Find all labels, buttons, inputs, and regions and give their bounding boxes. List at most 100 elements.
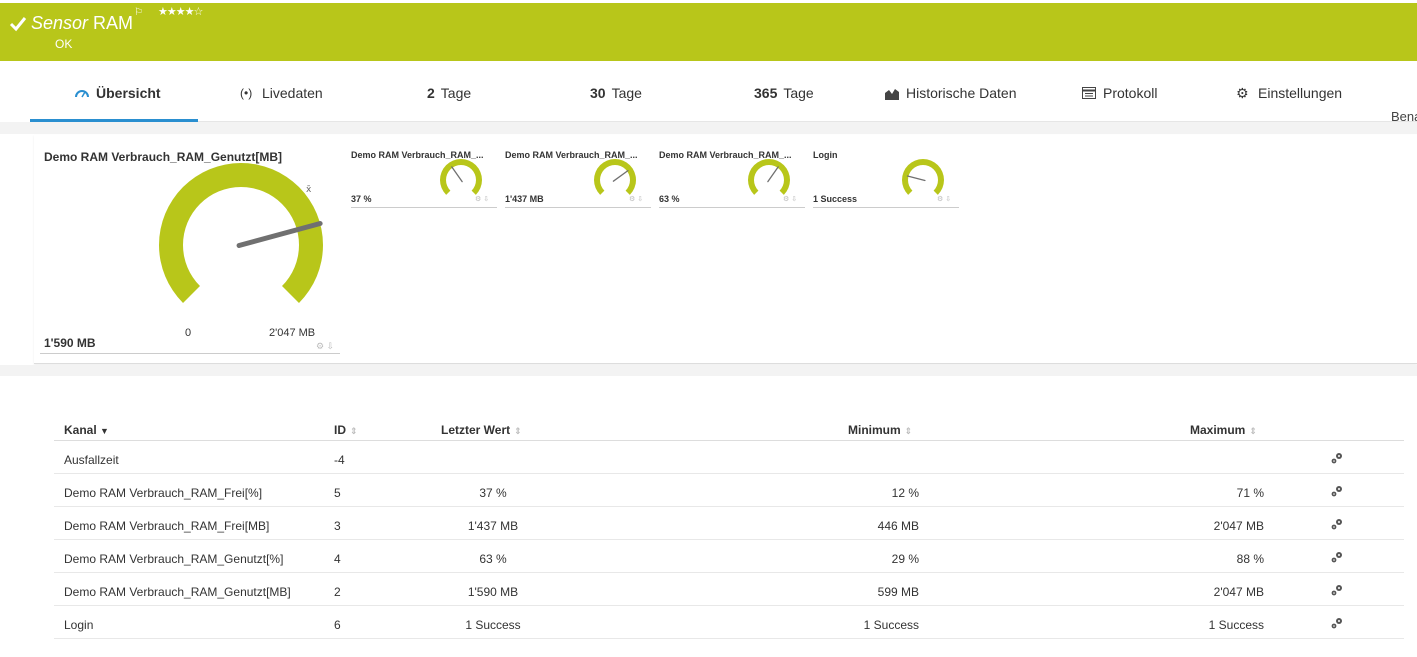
gauge-tools-icon[interactable]: ⚙ ⇩	[316, 341, 334, 352]
channel-id-cell: 5	[334, 486, 341, 500]
channel-settings-icon[interactable]	[1330, 517, 1344, 531]
table-row[interactable]: Demo RAM Verbrauch_RAM_Genutzt[MB] 2 1'590…	[54, 573, 1404, 606]
mini-gauge-card[interactable]: Demo RAM Verbrauch_RAM_... 63 % ⚙ ⇩	[659, 148, 807, 210]
tab-30-days[interactable]: 30 Tage	[590, 82, 642, 104]
maximum-cell: 2'047 MB	[1213, 519, 1264, 533]
main-gauge[interactable]: x̄	[150, 160, 340, 320]
channel-settings-icon[interactable]	[1330, 583, 1344, 597]
mini-gauge-tools-icon[interactable]: ⚙ ⇩	[783, 195, 797, 203]
maximum-cell: 71 %	[1236, 486, 1264, 500]
tab-live-data[interactable]: (•) Livedaten	[240, 82, 323, 104]
channel-name-cell[interactable]: Login	[64, 618, 93, 632]
channel-name-cell[interactable]: Demo RAM Verbrauch_RAM_Frei[%]	[64, 486, 262, 500]
mini-gauge-divider	[659, 207, 805, 208]
broadcast-icon: (•)	[240, 86, 253, 100]
table-row[interactable]: Login 6 1 Success 1 Success 1 Success	[54, 606, 1404, 639]
table-row[interactable]: Demo RAM Verbrauch_RAM_Frei[%] 5 37 % 12 % 7…	[54, 474, 1404, 507]
tab-2-days[interactable]: 2 Tage	[427, 82, 471, 104]
channel-settings-icon[interactable]	[1330, 616, 1344, 630]
divider-band	[0, 122, 1417, 134]
sensor-title: Sensor RAM	[31, 13, 134, 33]
mini-gauge-value: 1'437 MB	[505, 194, 544, 204]
table-row[interactable]: Demo RAM Verbrauch_RAM_Frei[MB] 3 1'437 MB…	[54, 507, 1404, 540]
checkmark-icon	[9, 17, 27, 32]
col-header-maximum[interactable]: Maximum ⇕	[1190, 423, 1257, 437]
flag-icon[interactable]: ⚐	[134, 7, 143, 18]
mini-gauge-tools-icon[interactable]: ⚙ ⇩	[937, 195, 951, 203]
divider-band	[0, 365, 1417, 376]
channel-settings-icon[interactable]	[1330, 484, 1344, 498]
gauge-needle	[451, 166, 463, 183]
priority-stars[interactable]: ★★★★☆	[158, 5, 203, 18]
cut-off-label: Bena	[1391, 109, 1417, 124]
sort-icon: ⇕	[514, 426, 522, 436]
mini-gauge	[440, 159, 482, 195]
mini-gauge-divider	[813, 207, 959, 208]
tab-log[interactable]: Protokoll	[1081, 82, 1157, 104]
mini-gauge-value: 63 %	[659, 194, 680, 204]
last-value-cell: 1'437 MB	[467, 519, 519, 533]
main-gauge-max: 2'047 MB	[269, 327, 316, 339]
channel-id-cell: 6	[334, 618, 341, 632]
col-header-channel[interactable]: Kanal ▼	[64, 423, 109, 437]
mini-gauge-value: 37 %	[351, 194, 372, 204]
mini-gauge-divider	[351, 207, 497, 208]
last-value-cell: 37 %	[479, 486, 507, 500]
maximum-cell: 2'047 MB	[1213, 585, 1264, 599]
gauge-arc	[748, 159, 790, 195]
minimum-cell: 446 MB	[877, 519, 919, 533]
mini-gauge-tools-icon[interactable]: ⚙ ⇩	[475, 195, 489, 203]
area-chart-icon	[885, 89, 899, 100]
main-gauge-divider	[40, 353, 340, 354]
log-icon	[1082, 87, 1096, 99]
mini-gauge-card[interactable]: Demo RAM Verbrauch_RAM_... 37 % ⚙ ⇩	[351, 148, 499, 210]
tab-historic-data[interactable]: Historische Daten	[884, 82, 1017, 104]
mini-gauge	[594, 159, 636, 195]
active-tab-indicator	[30, 119, 198, 122]
col-header-last-value[interactable]: Letzter Wert ⇕	[441, 423, 522, 437]
gauge-needle	[767, 166, 779, 183]
gauge-icon	[75, 90, 89, 98]
channel-settings-icon[interactable]	[1330, 451, 1344, 465]
table-row[interactable]: Demo RAM Verbrauch_RAM_Genutzt[%] 4 63 % 29…	[54, 540, 1404, 573]
tab-365-days[interactable]: 365 Tage	[754, 82, 814, 104]
sensor-status: OK	[55, 37, 73, 51]
minimum-cell: 1 Success	[863, 618, 919, 632]
average-marker: x̄	[306, 185, 312, 195]
col-header-id[interactable]: ID ⇕	[334, 423, 358, 437]
gear-icon: ⚙	[1236, 85, 1249, 101]
channel-id-cell: 4	[334, 552, 341, 566]
gauge-arc	[440, 159, 482, 195]
sort-icon: ⇕	[904, 426, 913, 436]
col-header-minimum[interactable]: Minimum ⇕	[848, 423, 912, 437]
gauge-arc	[159, 163, 323, 303]
tab-bar: Übersicht (•) Livedaten 2 Tage 30 Tage 365…	[30, 62, 1417, 122]
tab-overview[interactable]: Übersicht	[74, 82, 161, 104]
channel-name-cell[interactable]: Demo RAM Verbrauch_RAM_Genutzt[MB]	[64, 585, 291, 599]
mini-gauge	[902, 159, 944, 195]
channel-settings-icon[interactable]	[1330, 550, 1344, 564]
minimum-cell: 12 %	[891, 486, 919, 500]
minimum-cell: 599 MB	[877, 585, 919, 599]
gauge-arc	[902, 159, 944, 195]
mini-gauge-divider	[505, 207, 651, 208]
channel-id-cell: -4	[334, 453, 345, 467]
channel-name-cell[interactable]: Demo RAM Verbrauch_RAM_Frei[MB]	[64, 519, 269, 533]
tab-settings[interactable]: ⚙ Einstellungen	[1236, 82, 1342, 104]
last-value-cell: 1'590 MB	[467, 585, 519, 599]
minimum-cell: 29 %	[891, 552, 919, 566]
last-value-cell: 63 %	[479, 552, 507, 566]
sort-icon: ⇕	[1249, 426, 1257, 436]
maximum-cell: 88 %	[1236, 552, 1264, 566]
mini-gauge-card[interactable]: Demo RAM Verbrauch_RAM_... 1'437 MB ⚙ ⇩	[505, 148, 653, 210]
channel-name-cell[interactable]: Ausfallzeit	[64, 453, 119, 467]
maximum-cell: 1 Success	[1208, 618, 1264, 632]
table-row[interactable]: Ausfallzeit -4	[54, 441, 1404, 474]
channel-name-cell[interactable]: Demo RAM Verbrauch_RAM_Genutzt[%]	[64, 552, 283, 566]
mini-gauge-card[interactable]: Login 1 Success ⚙ ⇩	[813, 148, 961, 210]
last-value-cell: 1 Success	[465, 618, 521, 632]
channel-id-cell: 3	[334, 519, 341, 533]
gauge-needle	[906, 175, 926, 182]
gauge-arc	[594, 159, 636, 195]
mini-gauge-tools-icon[interactable]: ⚙ ⇩	[629, 195, 643, 203]
